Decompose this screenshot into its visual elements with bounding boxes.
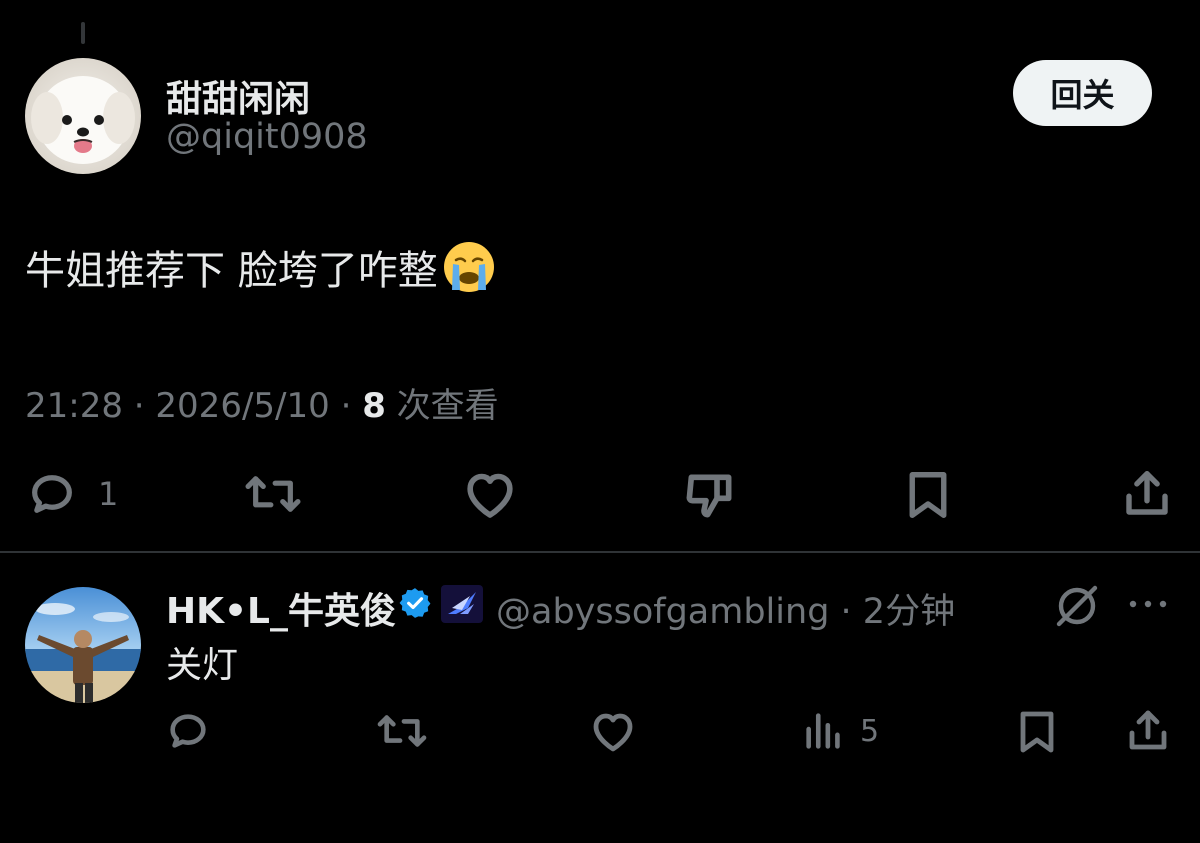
retweet-button[interactable]	[242, 468, 304, 520]
retweet-icon	[377, 715, 427, 747]
bookmark-icon	[1020, 711, 1054, 753]
like-icon	[467, 473, 513, 518]
meta-separator: ·	[122, 386, 156, 426]
reply-handle[interactable]: @abyssofgambling	[496, 592, 829, 632]
reply-button[interactable]: 1	[26, 468, 118, 520]
tweet-text-body: 牛姐推荐下 脸垮了咋整	[25, 248, 438, 294]
views-label: 次查看	[385, 386, 499, 426]
more-dots-icon	[1129, 600, 1167, 608]
verified-icon	[399, 588, 431, 618]
author-handle[interactable]: @qiqit0908	[166, 117, 368, 157]
views-count: 8	[362, 386, 386, 426]
tweet-time[interactable]: 21:28	[25, 386, 123, 426]
reply-share-button[interactable]	[1124, 706, 1172, 756]
bookmark-button[interactable]	[903, 468, 953, 522]
tweet-detail-page: 甜甜闲闲 @qiqit0908 回关 牛姐推荐下 脸垮了咋整 21:28 · 2…	[0, 0, 1200, 843]
reply-views-button[interactable]: 5	[802, 708, 879, 754]
dislike-icon	[686, 474, 732, 518]
grok-icon	[1056, 585, 1098, 627]
share-button[interactable]	[1120, 466, 1174, 522]
reply-retweet-button[interactable]	[375, 708, 429, 754]
bookmark-icon	[909, 472, 947, 518]
time-separator: ·	[829, 592, 863, 632]
reply-time[interactable]: 2分钟	[863, 592, 955, 632]
reply-views-count: 5	[860, 713, 880, 749]
like-icon	[593, 713, 633, 752]
retweet-icon	[245, 476, 301, 512]
reply-text: 关灯	[166, 645, 239, 686]
reply-reply-button[interactable]	[165, 708, 211, 754]
verified-badge	[398, 586, 432, 624]
reply-bookmark-button[interactable]	[1015, 708, 1059, 756]
reply-icon	[32, 475, 72, 513]
dislike-button[interactable]	[682, 468, 738, 524]
tweet-text: 牛姐推荐下 脸垮了咋整	[25, 238, 496, 296]
follow-back-button[interactable]: 回关	[1013, 60, 1152, 126]
crying-face-icon	[443, 242, 494, 292]
reply-author-handle-time: @abyssofgambling · 2分钟	[496, 583, 955, 634]
reply-like-button[interactable]	[589, 708, 637, 754]
reply-count: 1	[98, 475, 119, 513]
reply-author-display-name[interactable]: HK•L_牛英俊	[166, 582, 396, 634]
meta-separator: ·	[329, 386, 363, 426]
share-icon	[1126, 471, 1168, 515]
thread-connector-line	[81, 22, 85, 44]
share-icon	[1129, 710, 1167, 750]
author-avatar[interactable]	[25, 58, 141, 174]
dog-avatar-image	[25, 58, 141, 174]
bird-logo-icon	[441, 585, 483, 623]
grok-button[interactable]	[1053, 582, 1101, 634]
affiliate-badge[interactable]	[440, 584, 484, 628]
tweet-action-bar: 1	[0, 462, 1200, 526]
reply-action-bar: 5	[0, 706, 1200, 756]
like-button[interactable]	[462, 468, 518, 520]
divider	[0, 551, 1200, 553]
tweet-meta: 21:28 · 2026/5/10 · 8 次查看	[25, 378, 499, 427]
views-icon	[806, 713, 840, 749]
crying-face-emoji	[442, 240, 496, 294]
reply-icon	[170, 714, 206, 748]
reply-author-avatar[interactable]	[25, 587, 141, 703]
tweet-date[interactable]: 2026/5/10	[155, 386, 329, 426]
beach-avatar-image	[25, 587, 141, 703]
more-options-button[interactable]	[1127, 596, 1169, 616]
author-display-name[interactable]: 甜甜闲闲	[166, 70, 310, 122]
